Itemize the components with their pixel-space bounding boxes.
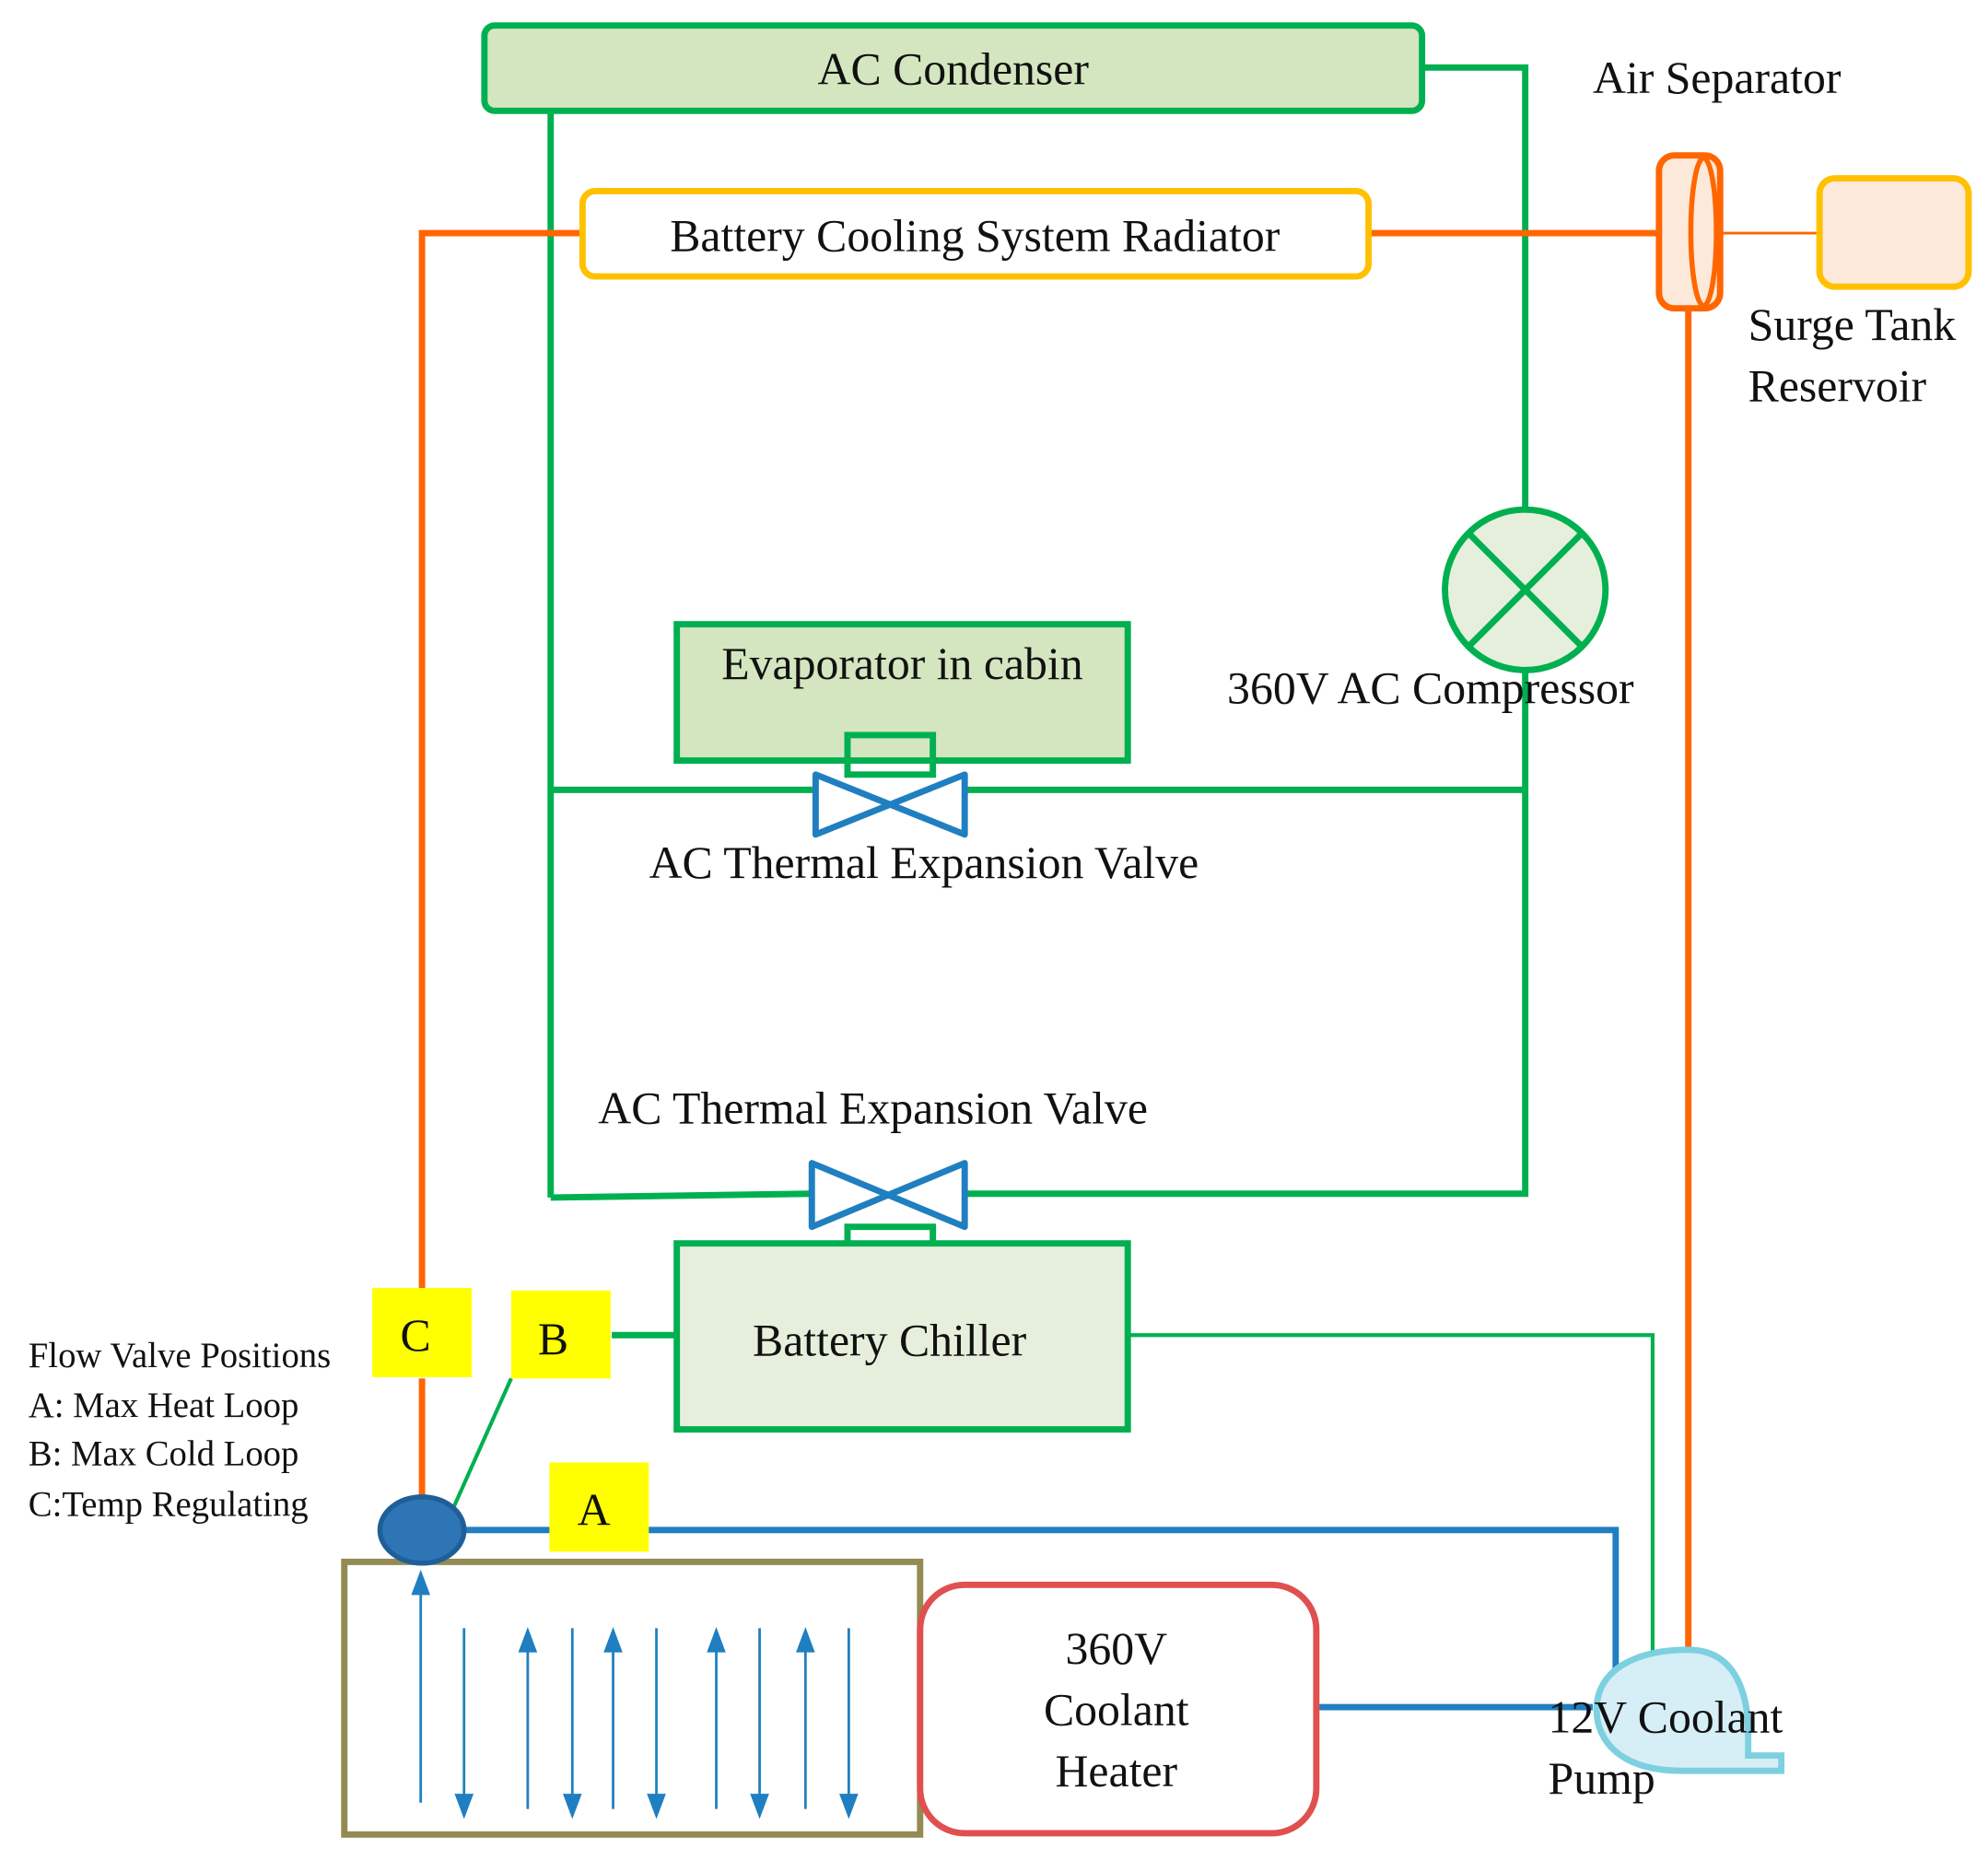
- heater-label: Heater: [1055, 1746, 1177, 1796]
- hot-coolant-lines: [418, 229, 1692, 1650]
- condenser-to-compressor-line: [1421, 64, 1529, 517]
- lower-expansion-valve-icon: [808, 1160, 968, 1231]
- upper-expansion-valve-icon: [812, 771, 968, 838]
- lower-valve-inlet-line: [550, 1190, 813, 1201]
- legend-item: C:Temp Regulating: [29, 1485, 309, 1525]
- battery-cooling-radiator: Battery Cooling System Radiator: [579, 187, 1373, 280]
- legend-title: Flow Valve Positions: [29, 1336, 331, 1375]
- air-separator-label: Air Separator: [1593, 53, 1842, 103]
- valve-to-b-line: [450, 1377, 513, 1511]
- pump-label: Pump: [1549, 1753, 1655, 1804]
- lower-expansion-valve-label: AC Thermal Expansion Valve: [598, 1083, 1148, 1134]
- battery-pack: [341, 1558, 924, 1838]
- surge-tank-label: Surge Tank: [1748, 299, 1957, 350]
- marker-b-label: B: [538, 1314, 568, 1364]
- marker-b: B: [510, 1290, 611, 1379]
- upper-expansion-valve-label: AC Thermal Expansion Valve: [649, 837, 1199, 888]
- evaporator: Evaporator in cabin: [673, 621, 1131, 765]
- coolant-heater: 360V Coolant Heater: [917, 1581, 1320, 1837]
- battery-chiller: Battery Chiller: [673, 1240, 1131, 1433]
- marker-c: C: [372, 1288, 473, 1377]
- marker-c-label: C: [401, 1310, 431, 1361]
- ac-condenser: AC Condenser: [481, 22, 1426, 114]
- marker-a-label: A: [578, 1484, 611, 1535]
- radiator-label: Battery Cooling System Radiator: [670, 210, 1281, 261]
- radiator-return-line: [418, 229, 583, 1290]
- pump-label: 12V Coolant: [1549, 1692, 1783, 1743]
- legend-item: B: Max Cold Loop: [29, 1433, 299, 1473]
- heater-label: 360V: [1065, 1623, 1167, 1674]
- reservoir-label: Reservoir: [1748, 361, 1927, 412]
- flow-valve-legend: Flow Valve Positions A: Max Heat Loop B:…: [29, 1336, 331, 1525]
- ac-condenser-label: AC Condenser: [818, 43, 1090, 94]
- flow-valve: [377, 1494, 467, 1566]
- battery-chiller-label: Battery Chiller: [753, 1315, 1027, 1365]
- ac-compressor-icon: [1442, 506, 1609, 673]
- thermal-system-diagram: AC Condenser Battery Cooling System Radi…: [29, 22, 1972, 1838]
- air-separator: [1655, 152, 1724, 312]
- compressor-label: 360V AC Compressor: [1227, 662, 1634, 713]
- marker-a: A: [549, 1462, 649, 1552]
- surge-tank-reservoir: [1816, 175, 1972, 290]
- evaporator-label: Evaporator in cabin: [721, 638, 1083, 689]
- legend-item: A: Max Heat Loop: [29, 1386, 299, 1425]
- heater-label: Coolant: [1044, 1684, 1189, 1735]
